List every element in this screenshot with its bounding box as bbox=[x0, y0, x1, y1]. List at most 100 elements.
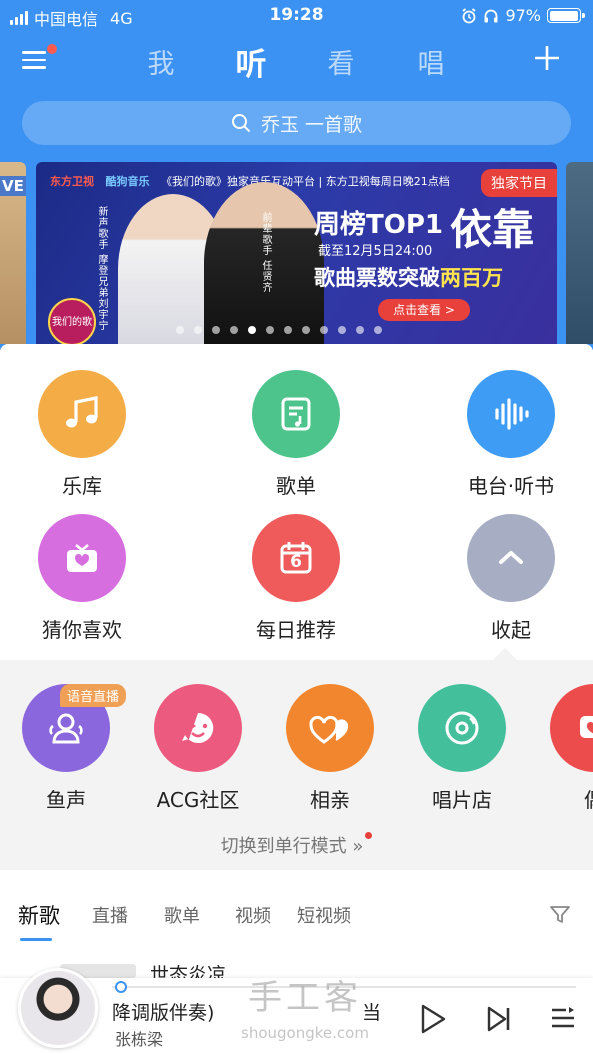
shortcut-idol[interactable]: 偶 bbox=[528, 684, 593, 813]
grid-circle bbox=[467, 514, 555, 602]
exclusive-badge: 独家节目 bbox=[481, 169, 557, 197]
banner-subtitle-highlight: 两百万 bbox=[440, 266, 503, 290]
panel-notch bbox=[493, 648, 517, 660]
menu-button[interactable] bbox=[22, 44, 57, 76]
grid-label-radio: 电台·听书 bbox=[467, 474, 555, 498]
filter-icon[interactable] bbox=[549, 905, 571, 925]
alarm-icon bbox=[462, 7, 476, 23]
tab-watch[interactable]: 看 bbox=[311, 42, 371, 81]
play-icon[interactable] bbox=[420, 1004, 446, 1034]
collapse-button[interactable]: 收起 bbox=[431, 514, 591, 643]
shortcut-record-store[interactable]: 唱片店 bbox=[396, 684, 528, 813]
shortcut-label-idol: 偶 bbox=[528, 784, 593, 813]
banner-dot[interactable] bbox=[284, 326, 292, 334]
watermark-url: shougongke.com bbox=[241, 1024, 369, 1042]
shortcut-circle bbox=[154, 684, 242, 772]
banner-dot[interactable] bbox=[338, 326, 346, 334]
battery-icon bbox=[547, 8, 585, 23]
banner-dot[interactable] bbox=[374, 326, 382, 334]
banner-subtitle-prefix: 歌曲票数突破 bbox=[314, 266, 440, 290]
tab-me[interactable]: 我 bbox=[131, 42, 191, 81]
grid-item-daily-picks[interactable]: 6 每日推荐 bbox=[216, 514, 376, 643]
mini-player[interactable]: 降调版伴奏) 当 张栋梁 手工客 shougongke.com bbox=[0, 968, 593, 1054]
shortcut-acg[interactable]: ACG社区 bbox=[132, 684, 264, 813]
tab-new-songs[interactable]: 新歌 bbox=[18, 900, 60, 930]
people-icon bbox=[49, 713, 83, 744]
queue-list-icon[interactable] bbox=[550, 1004, 576, 1034]
shortcut-label-acg: ACG社区 bbox=[156, 788, 240, 812]
plus-icon bbox=[535, 46, 559, 70]
tab-videos[interactable]: 视频 bbox=[235, 902, 271, 928]
voice-live-tag: 语音直播 bbox=[60, 684, 127, 707]
banner-dot[interactable] bbox=[176, 326, 184, 334]
list-item-title[interactable]: 世态炎凉 bbox=[150, 960, 226, 978]
shortcut-dating[interactable]: 相亲 bbox=[264, 684, 396, 813]
tab-listen[interactable]: 听 bbox=[221, 39, 281, 84]
grid-label-playlists: 歌单 bbox=[276, 474, 316, 498]
headphones-icon bbox=[484, 9, 498, 22]
status-bar: 中国电信 4G 19:28 97% bbox=[0, 0, 593, 32]
kuwo-logo: 酷狗音乐 bbox=[105, 175, 150, 188]
playlist-icon bbox=[281, 397, 311, 431]
heart-chat-icon bbox=[580, 716, 593, 738]
music-note-icon bbox=[66, 396, 98, 428]
album-art[interactable] bbox=[18, 968, 98, 1048]
shortcut-label-record-store: 唱片店 bbox=[432, 788, 492, 812]
grid-label-collapse: 收起 bbox=[491, 618, 531, 642]
switch-single-row-button[interactable]: 切换到单行模式 » bbox=[0, 832, 593, 858]
banner-topline-text: 《我们的歌》独家音乐互动平台 | 东方卫视每周日晚21点档 bbox=[161, 175, 450, 188]
tab-live[interactable]: 直播 bbox=[92, 902, 128, 928]
banner-cta-button[interactable]: 点击查看 > bbox=[378, 299, 470, 321]
tab-sing[interactable]: 唱 bbox=[401, 42, 461, 81]
grid-item-radio[interactable]: 电台·听书 bbox=[431, 370, 591, 499]
progress-track[interactable] bbox=[112, 986, 576, 988]
grid-item-library[interactable]: 乐库 bbox=[2, 370, 162, 499]
banner-prev-peek[interactable]: VE bbox=[0, 162, 26, 344]
hearts-icon bbox=[309, 716, 349, 744]
add-button[interactable] bbox=[534, 42, 560, 78]
shortcut-circle bbox=[286, 684, 374, 772]
menu-badge-dot bbox=[47, 44, 57, 54]
banner-dot[interactable] bbox=[266, 326, 274, 334]
banner-next-peek[interactable] bbox=[566, 162, 593, 344]
song-title-text: 降调版伴奏) bbox=[112, 1002, 215, 1024]
search-bar[interactable]: 乔玉 一首歌 bbox=[22, 101, 571, 145]
song-title-tail: 当 bbox=[362, 1002, 382, 1024]
switch-mode-dot bbox=[365, 832, 373, 839]
grid-circle: 6 bbox=[252, 514, 340, 602]
banner-dot[interactable] bbox=[212, 326, 220, 334]
banner-dot[interactable] bbox=[194, 326, 202, 334]
grid-circle bbox=[467, 370, 555, 458]
vinyl-icon bbox=[445, 711, 479, 745]
banner-title: 周榜TOP1 bbox=[314, 210, 443, 240]
grid-item-playlists[interactable]: 歌单 bbox=[216, 370, 376, 499]
banner-dot[interactable] bbox=[248, 326, 256, 334]
progress-knob[interactable] bbox=[114, 981, 127, 993]
battery-percent: 97% bbox=[505, 6, 541, 25]
grid-circle bbox=[38, 370, 126, 458]
grid-circle bbox=[252, 370, 340, 458]
switch-mode-label: 切换到单行模式 » bbox=[220, 836, 364, 857]
content-tabs: 新歌 直播 歌单 视频 短视频 bbox=[0, 870, 593, 960]
singer2-caption: 前辈歌手 任贤齐 bbox=[260, 212, 271, 294]
active-tab-indicator bbox=[20, 938, 52, 941]
grid-item-guess-you-like[interactable]: 猜你喜欢 bbox=[2, 514, 162, 643]
banner-dot[interactable] bbox=[230, 326, 238, 334]
shortcut-label-dating: 相亲 bbox=[310, 788, 350, 812]
grid-label-guess-you-like: 猜你喜欢 bbox=[42, 618, 122, 642]
calendar-day: 6 bbox=[290, 552, 302, 572]
promo-banner[interactable]: 东方卫视 酷狗音乐 《我们的歌》独家音乐互动平台 | 东方卫视每周日晚21点档 … bbox=[36, 162, 557, 344]
shortcut-label-yusheng: 鱼声 bbox=[46, 788, 86, 812]
banner-subtitle: 歌曲票数突破两百万 bbox=[314, 262, 503, 292]
banner-dot[interactable] bbox=[302, 326, 310, 334]
banner-deadline: 截至12月5日24:00 bbox=[318, 244, 433, 259]
tab-short-videos[interactable]: 短视频 bbox=[297, 902, 351, 928]
grid-label-daily-picks: 每日推荐 bbox=[256, 618, 336, 642]
song-title: 降调版伴奏) 当 bbox=[112, 998, 384, 1025]
artist-name: 张栋梁 bbox=[115, 1030, 164, 1049]
banner-dot[interactable] bbox=[320, 326, 328, 334]
grid-label-library: 乐库 bbox=[62, 474, 102, 498]
tab-playlists[interactable]: 歌单 bbox=[164, 902, 200, 928]
next-track-icon[interactable] bbox=[486, 1004, 512, 1034]
banner-dot[interactable] bbox=[356, 326, 364, 334]
